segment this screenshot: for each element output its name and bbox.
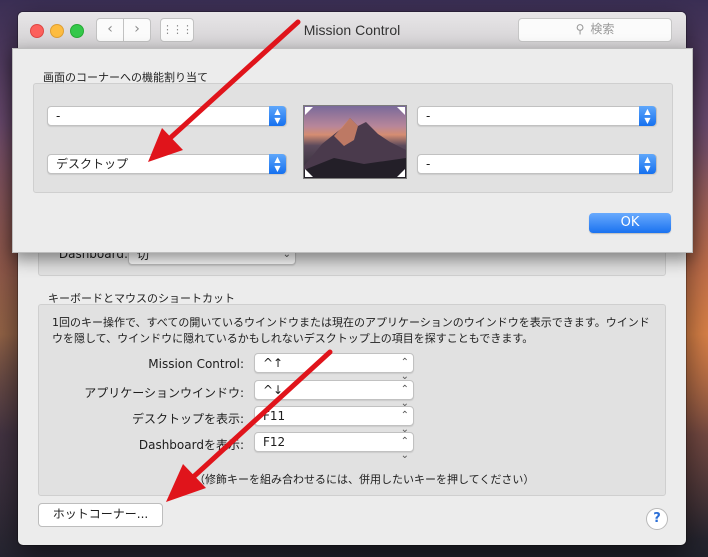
mission-control-value: ^↑	[263, 356, 284, 370]
show-dashboard-popup[interactable]: F12 ⌃ ⌄	[254, 432, 414, 461]
desktop-thumbnail	[303, 105, 407, 179]
hot-corners-button[interactable]: ホットコーナー...	[38, 503, 163, 527]
app-windows-value: ^↓	[263, 383, 284, 397]
app-windows-popup[interactable]: ^↓ ⌃ ⌄	[254, 380, 414, 409]
bottom-right-corner-popup[interactable]: - ▲ ▼	[417, 154, 657, 174]
mission-control-label: Mission Control:	[148, 357, 244, 371]
show-dashboard-value: F12	[263, 435, 286, 449]
top-right-corner-popup[interactable]: - ▲ ▼	[417, 106, 657, 126]
show-desktop-popup[interactable]: F11 ⌃ ⌄	[254, 406, 414, 435]
top-left-value: -	[56, 109, 61, 123]
shortcuts-description: 1回のキー操作で、すべての開いているウインドウまたは現在のアプリケーションのウイ…	[52, 316, 650, 345]
top-left-corner-popup[interactable]: - ▲ ▼	[47, 106, 287, 126]
chevron-updown-icon: ⌃ ⌄	[400, 436, 409, 461]
modifier-footnote: （修飾キーを組み合わせるには、併用したいキーを押してください）	[194, 473, 535, 486]
stepper-icon: ▲ ▼	[639, 106, 656, 126]
bottom-left-value: デスクトップ	[56, 157, 129, 171]
show-desktop-label: デスクトップを表示:	[131, 412, 244, 426]
help-button[interactable]: ?	[646, 508, 668, 530]
mission-control-popup[interactable]: ^↑ ⌃ ⌄	[254, 353, 414, 382]
show-desktop-value: F11	[263, 409, 286, 423]
bottom-right-value: -	[426, 157, 431, 171]
ok-button[interactable]: OK	[589, 213, 671, 233]
title-bar: ‹ › ⋮⋮⋮ Mission Control ⚲ 検索	[18, 12, 686, 49]
search-icon: ⚲	[575, 22, 585, 36]
top-right-value: -	[426, 109, 431, 123]
app-windows-label: アプリケーションウインドウ:	[84, 386, 244, 400]
stepper-icon: ▲ ▼	[269, 154, 286, 174]
search-placeholder: 検索	[590, 22, 615, 36]
show-dashboard-label: Dashboardを表示:	[138, 438, 244, 452]
search-field[interactable]: ⚲ 検索	[518, 18, 672, 42]
hot-corners-sheet: 画面のコーナーへの機能割り当て - ▲ ▼ デスクトップ ▲ ▼ - ▲ ▼ - ▲ ▼…	[12, 48, 693, 253]
stepper-icon: ▲ ▼	[639, 154, 656, 174]
bottom-left-corner-popup[interactable]: デスクトップ ▲ ▼	[47, 154, 287, 174]
stepper-icon: ▲ ▼	[269, 106, 286, 126]
